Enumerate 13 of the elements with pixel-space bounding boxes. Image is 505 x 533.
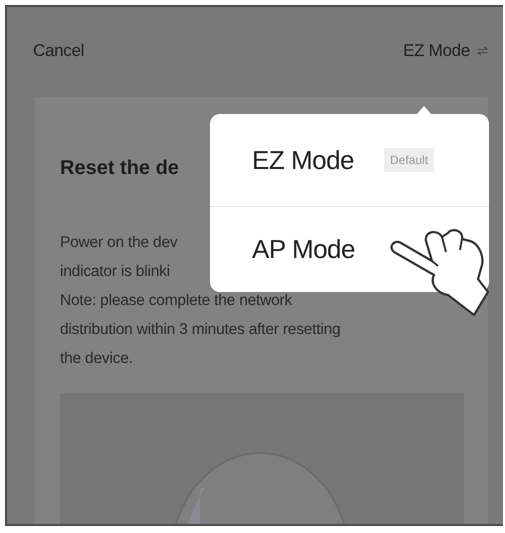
instruction-line: Note: please complete the network — [60, 291, 292, 311]
menu-item[interactable]: EZ Mode Default — [210, 114, 489, 206]
default-badge: Default — [384, 148, 434, 172]
instruction-line: distribution within 3 minutes after resetting — [60, 320, 340, 340]
swap-icon — [476, 46, 489, 56]
mode-switch-button[interactable]: EZ Mode — [403, 41, 489, 61]
menu-item-label: EZ Mode — [252, 144, 354, 176]
menu-item-label: AP Mode — [252, 234, 355, 265]
instruction-line: the device. — [60, 349, 133, 369]
instruction-line: indicator is blinki — [60, 262, 170, 282]
step-title: Reset the de — [60, 157, 179, 180]
instruction-line: Power on the dev — [60, 233, 178, 253]
cancel-button[interactable]: Cancel — [33, 41, 84, 61]
